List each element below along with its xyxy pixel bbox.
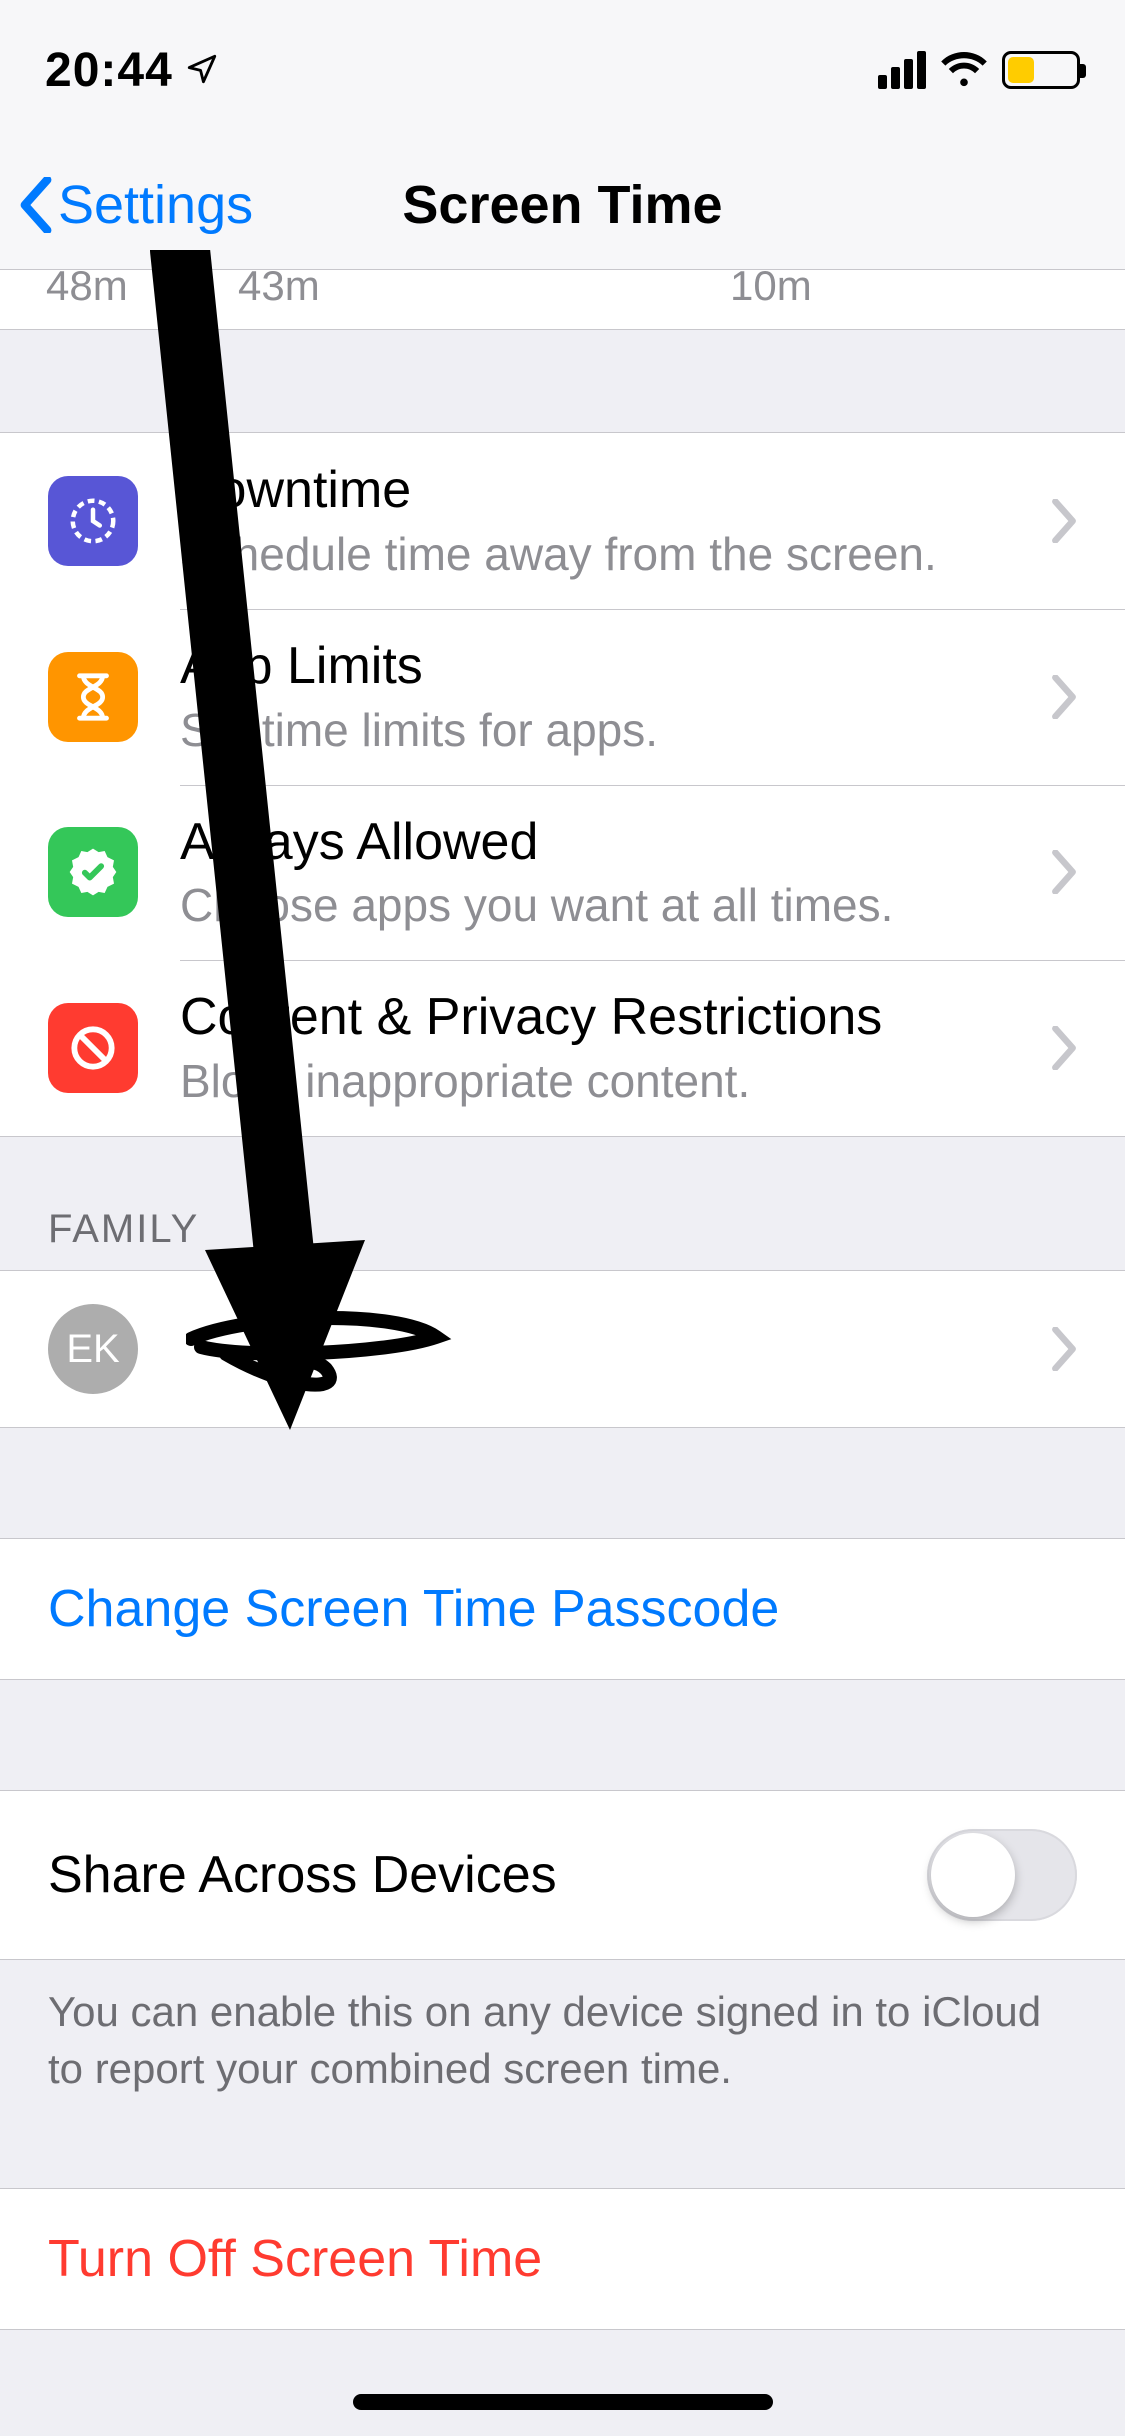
no-entry-icon — [48, 1003, 138, 1093]
cell-text: Always Allowed Choose apps you want at a… — [180, 813, 1041, 933]
clock-text: 20:44 — [45, 43, 173, 98]
location-icon — [185, 43, 219, 98]
downtime-icon — [48, 476, 138, 566]
share-across-devices-cell: Share Across Devices — [0, 1790, 1125, 1960]
settings-group: Downtime Schedule time away from the scr… — [0, 432, 1125, 1137]
turn-off-screen-time-button[interactable]: Turn Off Screen Time — [0, 2188, 1125, 2330]
chevron-right-icon — [1051, 850, 1077, 894]
cell-subtitle: Block inappropriate content. — [180, 1054, 1041, 1108]
cell-subtitle: Choose apps you want at all times. — [180, 878, 1041, 932]
chevron-left-icon — [18, 177, 54, 233]
nav-bar: Settings Screen Time — [0, 140, 1125, 270]
cell-subtitle: Set time limits for apps. — [180, 703, 1041, 757]
family-section-header: FAMILY — [0, 1137, 1125, 1270]
downtime-cell[interactable]: Downtime Schedule time away from the scr… — [0, 433, 1125, 609]
chevron-right-icon — [1051, 1026, 1077, 1070]
cell-title: Always Allowed — [180, 813, 1041, 873]
app-limits-cell[interactable]: App Limits Set time limits for apps. — [0, 609, 1125, 785]
screen: 20:44 Settings Screen Time 48m 43m 10m — [0, 0, 1125, 2436]
cell-title: App Limits — [180, 637, 1041, 697]
chevron-right-icon — [1051, 499, 1077, 543]
page-title: Screen Time — [402, 174, 722, 236]
wifi-icon — [940, 51, 988, 89]
hourglass-icon — [48, 652, 138, 742]
spacer — [0, 330, 1125, 432]
cell-text: App Limits Set time limits for apps. — [180, 637, 1041, 757]
back-label: Settings — [58, 174, 253, 236]
usage-value: 43m — [238, 270, 320, 310]
content-privacy-cell[interactable]: Content & Privacy Restrictions Block ina… — [0, 960, 1125, 1136]
spacer — [0, 1680, 1125, 1790]
chevron-right-icon — [1051, 1327, 1077, 1371]
cell-title: Downtime — [180, 461, 1041, 521]
family-member-cell[interactable]: EK — [0, 1270, 1125, 1428]
status-time: 20:44 — [45, 43, 219, 98]
usage-row-clipped: 48m 43m 10m — [0, 270, 1125, 330]
status-bar: 20:44 — [0, 0, 1125, 140]
cell-title: Content & Privacy Restrictions — [180, 988, 1041, 1048]
check-badge-icon — [48, 827, 138, 917]
always-allowed-cell[interactable]: Always Allowed Choose apps you want at a… — [0, 785, 1125, 961]
battery-icon — [1002, 51, 1080, 89]
change-passcode-button[interactable]: Change Screen Time Passcode — [0, 1538, 1125, 1680]
share-toggle[interactable] — [927, 1829, 1077, 1921]
cellular-icon — [878, 51, 926, 89]
usage-value: 10m — [730, 270, 812, 310]
cell-text: Content & Privacy Restrictions Block ina… — [180, 988, 1041, 1108]
chevron-right-icon — [1051, 675, 1077, 719]
spacer — [0, 2098, 1125, 2188]
redacted-name — [186, 1319, 446, 1379]
spacer — [0, 1428, 1125, 1538]
home-indicator[interactable] — [353, 2394, 773, 2410]
cell-text: Downtime Schedule time away from the scr… — [180, 461, 1041, 581]
avatar: EK — [48, 1304, 138, 1394]
share-footer-text: You can enable this on any device signed… — [0, 1960, 1125, 2097]
share-label: Share Across Devices — [48, 1845, 557, 1905]
usage-value: 48m — [46, 270, 128, 310]
status-icons — [878, 51, 1080, 89]
back-button[interactable]: Settings — [18, 140, 253, 269]
cell-subtitle: Schedule time away from the screen. — [180, 527, 1041, 581]
